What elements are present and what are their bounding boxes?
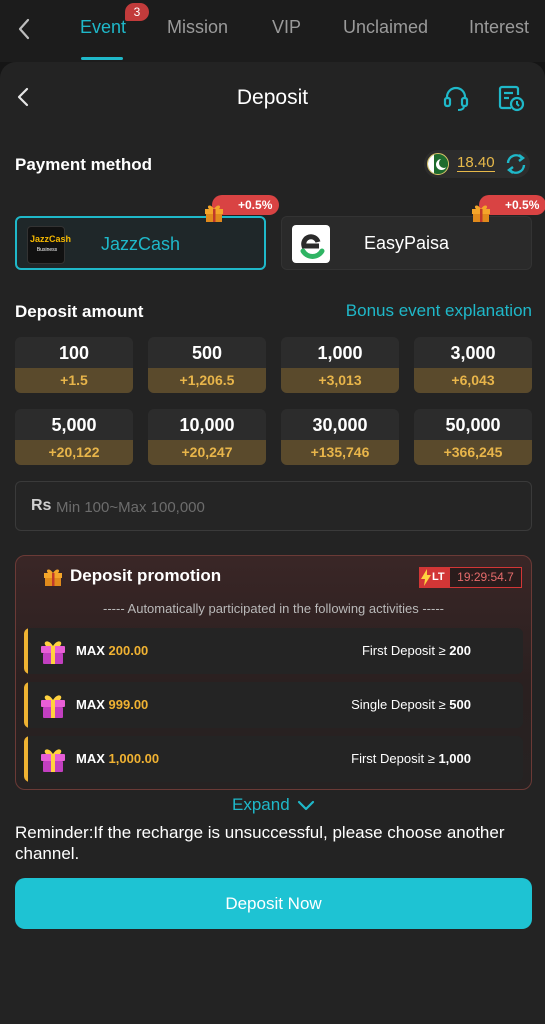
tab-interest[interactable]: Interest <box>469 17 529 38</box>
deposit-amount-label: Deposit amount <box>15 302 144 321</box>
amount-value: 100 <box>58 343 90 363</box>
promotion-title: Deposit promotion <box>70 566 222 585</box>
customer-service-icon[interactable] <box>442 84 470 112</box>
amount-bonus: +3,013 <box>281 368 399 393</box>
gift-icon <box>472 205 490 222</box>
amount-option-5000[interactable]: 5,000 +20,122 <box>15 409 133 465</box>
refresh-icon[interactable] <box>504 152 528 176</box>
promotion-timer: LT 19:29:54.7 <box>419 567 522 588</box>
bonus-explanation-link[interactable]: Bonus event explanation <box>330 301 532 321</box>
amount-value: 1,000 <box>317 343 363 363</box>
amount-value: 50,000 <box>445 415 501 435</box>
amount-option-30000[interactable]: 30,000 +135,746 <box>281 409 399 465</box>
deposit-history-icon[interactable] <box>497 84 525 112</box>
amount-bonus: +1,206.5 <box>148 368 266 393</box>
currency-symbol: Rs <box>31 497 52 514</box>
promotion-item: MAX 1,000.00 First Deposit ≥ 1,000 <box>24 736 523 782</box>
payment-option-label: EasyPaisa <box>363 233 450 253</box>
reminder-text: Reminder:If the recharge is unsuccessful… <box>15 823 505 863</box>
amount-input-box: Rs <box>15 481 532 531</box>
event-badge: 3 <box>125 3 149 21</box>
balance-pill: 18.40 <box>424 150 530 178</box>
amount-option-1000[interactable]: 1,000 +3,013 <box>281 337 399 393</box>
tab-mission[interactable]: Mission <box>167 17 228 38</box>
active-tab-indicator <box>81 57 123 60</box>
top-tab-bar: Event 3 Mission VIP Unclaimed Interest <box>0 0 545 62</box>
payment-option-label: JazzCash <box>100 234 181 254</box>
amount-option-10000[interactable]: 10,000 +20,247 <box>148 409 266 465</box>
payment-option-jazzcash[interactable]: JazzCash Business JazzCash <box>15 216 266 270</box>
promotion-threshold: 1,000 <box>438 751 471 766</box>
amount-bonus: +366,245 <box>414 440 532 465</box>
payment-option-easypaisa[interactable]: EasyPaisa <box>281 216 532 270</box>
amount-value: 500 <box>191 343 223 363</box>
amount-value: 10,000 <box>179 415 235 435</box>
promotion-condition: First Deposit ≥ <box>361 643 450 658</box>
timer-countdown: 19:29:54.7 <box>449 567 522 588</box>
amount-value: 30,000 <box>312 415 368 435</box>
amount-input[interactable] <box>56 494 516 520</box>
tab-event[interactable]: Event <box>80 17 126 38</box>
promotion-max-value: 200.00 <box>108 643 149 658</box>
gift-icon <box>41 695 65 718</box>
expand-button[interactable]: Expand <box>232 795 290 815</box>
amount-value: 5,000 <box>51 415 97 435</box>
chevron-down-icon[interactable] <box>296 798 316 814</box>
promotion-item: MAX 200.00 First Deposit ≥ 200 <box>24 628 523 674</box>
amount-option-3000[interactable]: 3,000 +6,043 <box>414 337 532 393</box>
promotion-max-value: 1,000.00 <box>108 751 160 766</box>
amount-bonus: +6,043 <box>414 368 532 393</box>
balance-amount: 18.40 <box>457 154 495 172</box>
promotion-condition: First Deposit ≥ <box>351 751 439 766</box>
amount-option-500[interactable]: 500 +1,206.5 <box>148 337 266 393</box>
promotion-max-value: 999.00 <box>108 697 149 712</box>
amount-option-50000[interactable]: 50,000 +366,245 <box>414 409 532 465</box>
gift-icon <box>44 569 62 586</box>
gift-icon <box>41 749 65 772</box>
gift-icon <box>205 205 223 222</box>
promotion-condition: Single Deposit ≥ <box>351 697 450 712</box>
promotion-threshold: 500 <box>449 697 471 712</box>
amount-bonus: +20,122 <box>15 440 133 465</box>
amount-bonus: +135,746 <box>281 440 399 465</box>
amount-bonus: +1.5 <box>15 368 133 393</box>
tab-unclaimed[interactable]: Unclaimed <box>343 17 428 38</box>
amount-bonus: +20,247 <box>148 440 266 465</box>
auto-participate-note: ----- Automatically participated in the … <box>103 601 444 616</box>
lightning-icon <box>421 569 431 586</box>
amount-value: 3,000 <box>450 343 496 363</box>
gift-icon <box>41 641 65 664</box>
payment-method-label: Payment method <box>15 155 152 174</box>
promotion-threshold: 200 <box>449 643 471 658</box>
back-icon[interactable] <box>14 16 36 42</box>
pakistan-flag-icon <box>427 153 449 175</box>
promotion-item: MAX 999.00 Single Deposit ≥ 500 <box>24 682 523 728</box>
tab-vip[interactable]: VIP <box>272 17 301 38</box>
amount-option-100[interactable]: 100 +1.5 <box>15 337 133 393</box>
deposit-now-button[interactable]: Deposit Now <box>15 878 532 929</box>
